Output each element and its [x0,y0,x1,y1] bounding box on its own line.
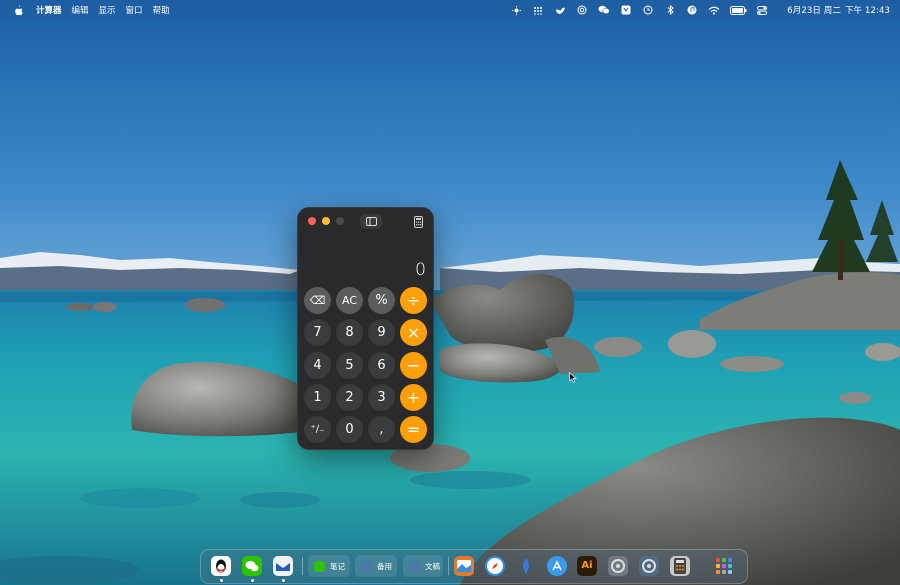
sidebar-toggle-button[interactable] [360,214,382,229]
key-subtract[interactable]: − [400,351,427,379]
key-delete[interactable]: ⌫ [304,287,331,314]
mail-icon[interactable] [273,556,293,576]
dock-separator [302,557,303,575]
running-indicator [250,579,254,582]
key-plus-minus[interactable]: ⁺∕₋ [304,416,331,444]
calculator-display: 0 [415,260,426,280]
dock-separator [448,557,449,575]
key-3[interactable]: 3 [368,383,395,411]
dock: 笔记 备用 文稿 Ai [200,549,748,584]
control-center-icon[interactable] [755,4,769,16]
key-2[interactable]: 2 [336,383,363,411]
running-indicator [219,579,223,582]
sidebar-icon [365,217,377,226]
menu-view[interactable]: 显示 [99,4,116,16]
grey-app-icon[interactable] [608,556,628,576]
key-add[interactable]: + [400,383,427,411]
dock-window-notes[interactable]: 笔记 [308,555,350,577]
key-6[interactable]: 6 [368,351,395,379]
document-mini-icon [361,560,372,572]
dock-window-label: 文稿 [425,561,440,571]
menu-help[interactable]: 帮助 [153,4,170,16]
key-divide[interactable]: ÷ [400,287,427,314]
calculator-icon[interactable] [670,556,690,576]
status-area: 6月23日 周二 下午 12:43 [505,0,890,20]
key-decimal[interactable]: , [368,416,395,444]
launchpad-icon[interactable] [714,556,734,576]
dock-window-documents[interactable]: 文稿 [403,555,443,577]
key-7[interactable]: 7 [304,319,331,347]
calculator-window: 0 ⌫ AC% ÷ 7 8 9 × 4 5 6−1 2 3 + ⁺∕₋ 0, = [297,207,434,450]
target-icon[interactable] [575,4,589,16]
menu-window[interactable]: 窗口 [126,4,143,16]
menubar-date: 6月23日 周二 [787,6,841,16]
app-store-icon[interactable] [547,556,567,576]
document-mini-icon [409,560,420,572]
illustrator-icon[interactable]: Ai [577,556,597,576]
key-0[interactable]: 0 [336,416,363,444]
calculator-mode-button[interactable] [412,215,424,228]
menubar-time: 下午 12:43 [845,6,890,16]
wechat-mini-icon [314,560,325,572]
qq-icon[interactable] [211,556,231,576]
preview-icon[interactable] [454,556,474,576]
dock-window-backup[interactable]: 备用 [355,555,397,577]
key-all-clear[interactable]: AC [336,287,363,314]
calculator-icon [413,215,423,228]
close-window-button[interactable] [308,217,316,225]
menu-bar: 计算器 编辑 显示 窗口 帮助 6月23日 周二 下午 12:43 [0,0,900,20]
key-percent[interactable]: % [368,287,395,314]
key-4[interactable]: 4 [304,351,331,379]
key-multiply[interactable]: × [400,319,427,347]
vpn-icon[interactable] [619,4,633,16]
desktop-wallpaper [0,0,900,585]
grid-dots-icon[interactable] [531,4,545,16]
bird-icon[interactable] [553,4,567,16]
zoom-window-button[interactable] [336,217,344,225]
dock-window-label: 笔记 [330,561,345,571]
battery-icon[interactable] [729,4,747,16]
clock-icon[interactable] [641,4,655,16]
menubar-clock[interactable]: 6月23日 周二 下午 12:43 [783,4,890,16]
menu-app-name[interactable]: 计算器 [36,4,62,16]
key-8[interactable]: 8 [336,319,363,347]
dock-window-label: 备用 [377,561,392,571]
quicktime-icon[interactable] [639,556,659,576]
bluetooth-icon[interactable] [663,4,677,16]
music-icon[interactable] [685,4,699,16]
menu-edit[interactable]: 编辑 [72,4,89,16]
testflight-icon[interactable] [516,556,536,576]
key-9[interactable]: 9 [368,319,395,347]
brightness-icon[interactable] [509,4,523,16]
key-5[interactable]: 5 [336,351,363,379]
minimize-window-button[interactable] [322,217,330,225]
running-indicator [281,579,285,582]
key-1[interactable]: 1 [304,383,331,411]
apple-menu-icon[interactable] [12,4,24,16]
safari-icon[interactable] [485,556,505,576]
wifi-icon[interactable] [707,4,721,16]
mouse-cursor [569,372,577,383]
wechat-icon[interactable] [597,4,611,16]
wechat-icon[interactable] [242,556,262,576]
key-equals[interactable]: = [400,416,427,444]
